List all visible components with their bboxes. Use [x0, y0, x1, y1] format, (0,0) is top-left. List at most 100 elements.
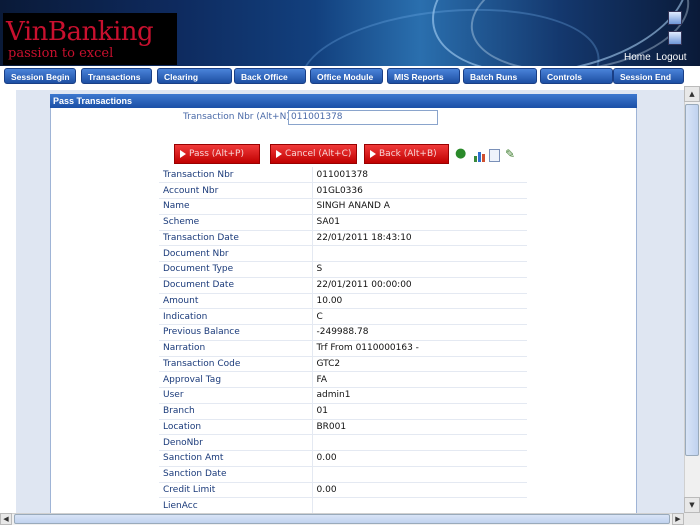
detail-value: 0.00 — [312, 450, 527, 467]
detail-value: Trf From 0110000163 - — [312, 340, 527, 357]
detail-label: Transaction Code — [159, 356, 313, 373]
transaction-nbr-label: Transaction Nbr (Alt+N) — [183, 112, 290, 122]
header-banner: VinBanking passion to excel Home Logout — [0, 0, 700, 66]
detail-row: Approval Tag FA — [159, 371, 527, 388]
detail-label: Document Type — [159, 261, 313, 278]
detail-value — [312, 434, 527, 451]
detail-label: Indication — [159, 308, 313, 325]
detail-value: C — [312, 308, 527, 325]
logout-link[interactable]: Logout — [656, 52, 687, 63]
chart-icon[interactable] — [474, 150, 487, 162]
nav-batch-runs[interactable]: Batch Runs — [463, 68, 537, 84]
detail-value: 0.00 — [312, 482, 527, 499]
detail-value: S — [312, 261, 527, 278]
detail-value: 01 — [312, 403, 527, 420]
detail-value: SA01 — [312, 214, 527, 231]
brand-logo: VinBanking passion to excel — [3, 13, 177, 65]
detail-value — [312, 466, 527, 483]
back-button[interactable]: Back (Alt+B) — [364, 144, 449, 164]
detail-row: Amount 10.00 — [159, 293, 527, 310]
brand-tagline: passion to excel — [8, 46, 114, 61]
detail-label: Document Nbr — [159, 245, 313, 262]
home-link[interactable]: Home — [624, 52, 651, 63]
detail-value — [312, 497, 527, 514]
detail-row: Previous Balance -249988.78 — [159, 324, 527, 341]
detail-row: Indication C — [159, 308, 527, 325]
detail-label: Transaction Nbr — [159, 167, 313, 184]
calculator-icon[interactable] — [668, 11, 682, 25]
detail-row: Sanction Date — [159, 466, 527, 483]
detail-value: GTC2 — [312, 356, 527, 373]
scroll-left-icon[interactable]: ◀ — [0, 513, 12, 525]
scroll-corner — [684, 513, 700, 525]
detail-value: 10.00 — [312, 293, 527, 310]
detail-label: Document Date — [159, 277, 313, 294]
scroll-up-icon[interactable]: ▲ — [684, 86, 700, 102]
scroll-down-icon[interactable]: ▼ — [684, 497, 700, 513]
detail-label: Branch — [159, 403, 313, 420]
nav-clearing[interactable]: Clearing — [157, 68, 232, 84]
detail-label: User — [159, 387, 313, 404]
detail-label: Previous Balance — [159, 324, 313, 341]
detail-row: DenoNbr — [159, 434, 527, 451]
detail-value: 011001378 — [312, 167, 527, 184]
detail-label: Location — [159, 419, 313, 436]
detail-row: Transaction Date 22/01/2011 18:43:10 — [159, 230, 527, 247]
detail-label: Narration — [159, 340, 313, 357]
detail-row: Branch 01 — [159, 403, 527, 420]
detail-label: LienAcc — [159, 497, 313, 514]
detail-value: 22/01/2011 18:43:10 — [312, 230, 527, 247]
detail-row: Transaction Nbr 011001378 — [159, 167, 527, 184]
nav-transactions[interactable]: Transactions — [81, 68, 152, 84]
cancel-button[interactable]: Cancel (Alt+C) — [270, 144, 357, 164]
detail-row: Credit Limit 0.00 — [159, 482, 527, 499]
detail-value: BR001 — [312, 419, 527, 436]
document-icon[interactable] — [489, 149, 500, 162]
detail-row: User admin1 — [159, 387, 527, 404]
detail-label: Transaction Date — [159, 230, 313, 247]
detail-value: -249988.78 — [312, 324, 527, 341]
detail-row: Document Nbr — [159, 245, 527, 262]
page: VinBanking passion to excel Home Logout … — [0, 0, 700, 525]
detail-label: Sanction Date — [159, 466, 313, 483]
detail-label: Name — [159, 198, 313, 215]
nav-controls[interactable]: Controls — [540, 68, 613, 84]
detail-row: Sanction Amt 0.00 — [159, 450, 527, 467]
detail-value: FA — [312, 371, 527, 388]
detail-row: Transaction Code GTC2 — [159, 356, 527, 373]
detail-label: Approval Tag — [159, 371, 313, 388]
nav-back-office[interactable]: Back Office — [234, 68, 306, 84]
user-icon[interactable]: ● — [455, 146, 466, 162]
nav-session-begin[interactable]: Session Begin — [4, 68, 76, 84]
vertical-scroll-thumb[interactable] — [685, 104, 699, 456]
panel-title: Pass Transactions — [50, 94, 637, 108]
pass-button[interactable]: Pass (Alt+P) — [174, 144, 260, 164]
transaction-detail-table: Transaction Nbr 011001378 Account Nbr 01GL0… — [159, 167, 527, 514]
detail-row: Document Date 22/01/2011 00:00:00 — [159, 277, 527, 294]
detail-row: Scheme SA01 — [159, 214, 527, 231]
scroll-right-icon[interactable]: ▶ — [672, 513, 684, 525]
main-nav: Session Begin Transactions Clearing Back… — [0, 66, 700, 86]
detail-value — [312, 245, 527, 262]
brand-name: VinBanking — [6, 17, 154, 47]
nav-mis-reports[interactable]: MIS Reports — [387, 68, 460, 84]
detail-row: Narration Trf From 0110000163 - — [159, 340, 527, 357]
detail-label: DenoNbr — [159, 434, 313, 451]
detail-label: Account Nbr — [159, 182, 313, 199]
detail-row: LienAcc — [159, 497, 527, 514]
detail-value: 01GL0336 — [312, 182, 527, 199]
detail-label: Amount — [159, 293, 313, 310]
calendar-icon[interactable] — [668, 31, 682, 45]
edit-icon[interactable]: ✎ — [505, 146, 515, 162]
detail-label: Sanction Amt — [159, 450, 313, 467]
nav-session-end[interactable]: Session End — [613, 68, 684, 84]
nav-office-module[interactable]: Office Module — [310, 68, 383, 84]
detail-row: Name SINGH ANAND A — [159, 198, 527, 215]
detail-value: SINGH ANAND A — [312, 198, 527, 215]
detail-label: Credit Limit — [159, 482, 313, 499]
detail-row: Document Type S — [159, 261, 527, 278]
detail-value: admin1 — [312, 387, 527, 404]
transaction-nbr-input[interactable]: 011001378 — [288, 110, 438, 125]
horizontal-scroll-thumb[interactable] — [14, 514, 670, 524]
detail-row: Account Nbr 01GL0336 — [159, 182, 527, 199]
